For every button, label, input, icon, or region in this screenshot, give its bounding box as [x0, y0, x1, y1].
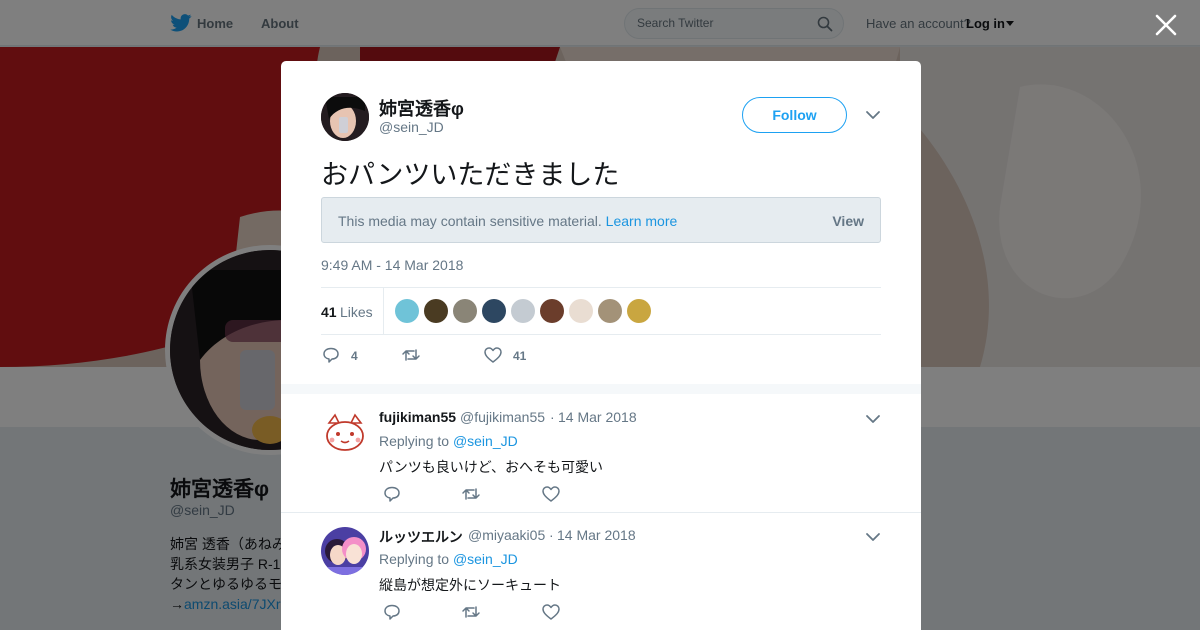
reply-icon [323, 347, 339, 363]
reply-separator-dot: · [549, 527, 554, 543]
replying-to-mention[interactable]: @sein_JD [453, 433, 518, 449]
stats-divider [383, 288, 384, 334]
replying-to: Replying to @sein_JD [379, 551, 518, 567]
like-count: 41 [513, 349, 527, 363]
reply-author-name[interactable]: ルッツエルン [379, 527, 463, 547]
retweet-icon [402, 349, 420, 361]
reply-author-handle[interactable]: @fujikiman55 [460, 409, 545, 425]
liker-avatar[interactable] [598, 299, 622, 323]
heart-icon [484, 347, 502, 363]
tweet-actions: 4 41 [321, 345, 721, 367]
reply-author-avatar[interactable] [321, 527, 369, 575]
reply-actions [379, 603, 579, 621]
reply-count: 4 [351, 349, 358, 363]
tweet-author-name[interactable]: 姉宮透香φ [379, 95, 464, 121]
replying-to-label: Replying to [379, 433, 450, 449]
reply-icon[interactable] [382, 603, 402, 621]
reply-author-name[interactable]: fujikiman55 [379, 409, 456, 425]
tweet-author-handle[interactable]: @sein_JD [379, 119, 444, 135]
reply-author-handle[interactable]: @miyaaki05 [468, 527, 545, 543]
learn-more-link[interactable]: Learn more [606, 213, 678, 229]
sensitive-media-notice: This media may contain sensitive materia… [321, 197, 881, 243]
reply-text: パンツも良いけど、おへそも可愛い [379, 459, 603, 475]
reply-separator-dot: · [550, 409, 555, 425]
tweet-author-avatar[interactable] [321, 93, 369, 141]
view-media-button[interactable]: View [832, 213, 864, 229]
reply-item[interactable]: ルッツエルン @miyaaki05 · 14 Mar 2018 Replying… [281, 513, 921, 630]
close-icon[interactable] [1153, 12, 1179, 38]
reply-icon[interactable] [382, 485, 402, 503]
retweet-icon[interactable] [461, 485, 481, 503]
heart-icon[interactable] [541, 485, 561, 503]
reply-action[interactable]: 4 [321, 345, 371, 365]
liker-avatar[interactable] [540, 299, 564, 323]
liker-avatar[interactable] [453, 299, 477, 323]
liker-avatar[interactable] [482, 299, 506, 323]
reply-author-avatar[interactable] [321, 409, 369, 457]
chevron-down-icon[interactable] [865, 531, 881, 543]
retweet-action[interactable] [401, 345, 441, 365]
liker-avatar[interactable] [627, 299, 651, 323]
liker-avatar[interactable] [424, 299, 448, 323]
replies-separator [281, 384, 921, 394]
heart-icon[interactable] [541, 603, 561, 621]
sensitive-media-text: This media may contain sensitive materia… [338, 213, 677, 229]
chevron-down-icon[interactable] [865, 413, 881, 425]
chevron-down-icon[interactable] [865, 109, 881, 121]
tweet-timestamp[interactable]: 9:49 AM - 14 Mar 2018 [321, 257, 463, 273]
likes-count[interactable]: 41 [321, 304, 337, 320]
tweet-stats: 41 Likes [321, 287, 881, 335]
retweet-icon[interactable] [461, 603, 481, 621]
replying-to: Replying to @sein_JD [379, 433, 518, 449]
replying-to-mention[interactable]: @sein_JD [453, 551, 518, 567]
reply-text: 縦島が想定外にソーキュート [379, 577, 561, 593]
replying-to-label: Replying to [379, 551, 450, 567]
reply-item[interactable]: fujikiman55 @fujikiman55 · 14 Mar 2018 R… [281, 395, 921, 513]
likes-label[interactable]: Likes [340, 304, 373, 320]
like-action[interactable]: 41 [483, 345, 543, 365]
liker-avatar[interactable] [569, 299, 593, 323]
liker-avatar[interactable] [511, 299, 535, 323]
follow-button[interactable]: Follow [742, 97, 847, 133]
reply-actions [379, 485, 579, 503]
reply-date[interactable]: 14 Mar 2018 [558, 409, 637, 425]
reply-date[interactable]: 14 Mar 2018 [557, 527, 636, 543]
liker-avatar[interactable] [395, 299, 419, 323]
sensitive-media-warning: This media may contain sensitive materia… [338, 213, 602, 229]
tweet-modal: 姉宮透香φ @sein_JD Follow おパンツいただきました This m… [281, 61, 921, 630]
tweet-text: おパンツいただきました [321, 160, 620, 190]
